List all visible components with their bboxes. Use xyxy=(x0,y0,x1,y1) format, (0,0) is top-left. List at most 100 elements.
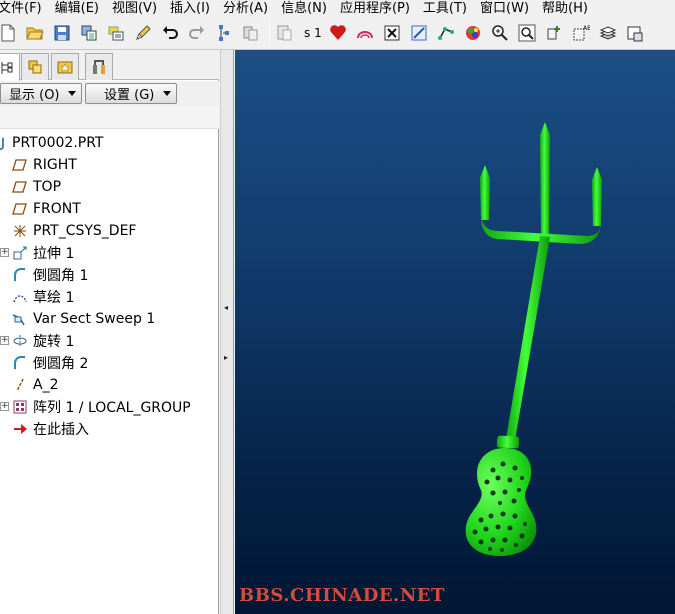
expand-right-icon[interactable]: ▸ xyxy=(224,354,229,362)
menu-analysis[interactable]: 分析(A) xyxy=(223,0,268,16)
regenerate-icon[interactable] xyxy=(212,20,236,46)
edit-icon[interactable] xyxy=(131,20,155,46)
tree-item-round-2[interactable]: 倒圆角 2 xyxy=(12,352,88,374)
view-manager-icon[interactable]: AB xyxy=(569,20,593,46)
expand-icon[interactable]: + xyxy=(0,402,9,411)
toolbar-text[interactable]: s 1 xyxy=(304,26,322,40)
tree-item-label: 在此插入 xyxy=(33,422,89,438)
undo-icon[interactable] xyxy=(158,20,182,46)
favorites-icon xyxy=(57,61,73,74)
extrude-icon xyxy=(12,245,28,261)
part-icon xyxy=(0,135,10,151)
tree-item-sketch-1[interactable]: 草绘 1 xyxy=(12,286,74,308)
menu-edit[interactable]: 编辑(E) xyxy=(55,0,99,16)
tree-item-label: FRONT xyxy=(33,201,81,217)
tree-toolbar: 显示 (O) 设置 (G) xyxy=(0,81,219,107)
tree-item-label: 阵列 1 / LOCAL_GROUP xyxy=(33,400,191,416)
revolve-icon xyxy=(12,333,28,349)
menu-help[interactable]: 帮助(H) xyxy=(542,0,588,16)
tree-item-label: TOP xyxy=(33,179,62,195)
collapse-left-icon[interactable]: ◂ xyxy=(224,304,229,312)
navigator-tabs xyxy=(0,50,219,81)
layers-icon[interactable] xyxy=(596,20,620,46)
appearance-icon[interactable] xyxy=(461,20,485,46)
tree-item-pattern[interactable]: + 阵列 1 / LOCAL_GROUP xyxy=(0,396,191,418)
menu-view[interactable]: 视图(V) xyxy=(112,0,157,16)
tree-item-revolve[interactable]: + 旋转 1 xyxy=(0,330,74,352)
tree-item-label: PRT_CSYS_DEF xyxy=(33,223,137,239)
tree-item-label: RIGHT xyxy=(33,157,77,173)
menu-window[interactable]: 窗口(W) xyxy=(480,0,529,16)
settings-dropdown[interactable]: 设置 (G) xyxy=(85,83,177,104)
tools-icon xyxy=(93,60,105,74)
show-dropdown-label: 显示 (O) xyxy=(9,88,60,103)
trident-center-prong xyxy=(540,122,550,238)
tree-item-extrude[interactable]: + 拉伸 1 xyxy=(0,242,75,264)
sketch-icon[interactable] xyxy=(407,20,431,46)
navigator-panel: 显示 (O) 设置 (G) PRT0002.PRT RIGHT TOP FRON… xyxy=(0,50,219,614)
datum-plane-icon xyxy=(12,201,28,217)
panel-splitter[interactable]: ◂ ▸ xyxy=(220,50,234,614)
zoom-fit-icon[interactable] xyxy=(515,20,539,46)
csys-icon xyxy=(12,223,28,239)
box-icon[interactable] xyxy=(623,20,647,46)
heart-icon[interactable] xyxy=(326,20,350,46)
insert-here-icon xyxy=(12,421,28,437)
tree-item-top[interactable]: TOP xyxy=(12,176,61,198)
orient-icon[interactable] xyxy=(542,20,566,46)
print-icon[interactable] xyxy=(104,20,128,46)
tree-item-sweep[interactable]: Var Sect Sweep 1 xyxy=(12,308,155,330)
favorites-tab[interactable] xyxy=(51,53,79,80)
trident-right-prong xyxy=(592,167,602,226)
tree-header-strip xyxy=(0,107,219,129)
round-icon xyxy=(12,267,28,283)
paste-icon[interactable] xyxy=(239,20,263,46)
expand-icon[interactable]: + xyxy=(0,248,9,257)
save-icon[interactable] xyxy=(50,20,74,46)
sketch-feature-icon xyxy=(12,289,28,305)
tree-root[interactable]: PRT0002.PRT xyxy=(0,132,104,154)
model-tree-icon xyxy=(1,61,13,74)
redo-icon[interactable] xyxy=(185,20,209,46)
menu-info[interactable]: 信息(N) xyxy=(281,0,327,16)
zoom-in-icon[interactable] xyxy=(488,20,512,46)
tree-item-label: 倒圆角 1 xyxy=(33,268,89,284)
expand-icon[interactable]: + xyxy=(0,336,9,345)
open-folder-icon[interactable] xyxy=(23,20,47,46)
tree-item-label: 草绘 1 xyxy=(33,290,75,306)
layer-tab[interactable] xyxy=(21,53,49,80)
menu-bar: 文件(F) 编辑(E) 视图(V) 插入(I) 分析(A) 信息(N) 应用程序… xyxy=(0,0,675,16)
tree-item-axis[interactable]: A_2 xyxy=(12,374,58,396)
tree-item-right[interactable]: RIGHT xyxy=(12,154,77,176)
settings-dropdown-label: 设置 (G) xyxy=(104,88,155,103)
paste-special-icon[interactable] xyxy=(273,20,297,46)
tree-item-insert-here[interactable]: 在此插入 xyxy=(12,418,89,440)
layer-icon xyxy=(28,60,42,74)
datum-icon[interactable] xyxy=(434,20,458,46)
model-icon[interactable] xyxy=(353,20,377,46)
main-toolbar: s 1 AB xyxy=(0,16,675,50)
menu-applications[interactable]: 应用程序(P) xyxy=(340,0,410,16)
tree-item-label: Var Sect Sweep 1 xyxy=(33,311,156,327)
tools-tab[interactable] xyxy=(85,53,113,80)
watermark-text: BBS.CHINADE.NET xyxy=(239,585,445,606)
show-dropdown[interactable]: 显示 (O) xyxy=(0,83,82,104)
menu-tools[interactable]: 工具(T) xyxy=(423,0,467,16)
svg-text:AB: AB xyxy=(583,25,590,32)
graphics-window[interactable]: BBS.CHINADE.NET xyxy=(235,50,675,614)
tree-item-round-1[interactable]: 倒圆角 1 xyxy=(12,264,88,286)
tree-item-label: A_2 xyxy=(33,377,59,393)
menu-insert[interactable]: 插入(I) xyxy=(170,0,210,16)
model-render xyxy=(465,122,602,556)
new-file-icon[interactable] xyxy=(0,20,20,46)
chevron-down-icon xyxy=(163,91,171,96)
copy-icon[interactable] xyxy=(77,20,101,46)
model-tree-tab[interactable] xyxy=(0,53,20,81)
tree-item-label: 拉伸 1 xyxy=(33,246,75,262)
menu-file[interactable]: 文件(F) xyxy=(0,0,42,16)
sweep-icon xyxy=(12,311,28,327)
close-window-icon[interactable] xyxy=(380,20,404,46)
tree-item-csys[interactable]: PRT_CSYS_DEF xyxy=(12,220,136,242)
tree-item-front[interactable]: FRONT xyxy=(12,198,81,220)
trident-collar xyxy=(496,435,520,449)
